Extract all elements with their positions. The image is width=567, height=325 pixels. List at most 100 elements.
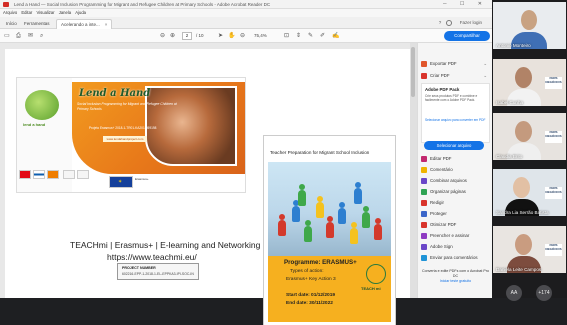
save-icon[interactable]: ▭ (4, 32, 10, 40)
tool-label: Editar PDF (430, 156, 452, 161)
tool-combine-files[interactable]: Combinar arquivos (421, 176, 491, 186)
tab-inicio[interactable]: Início (2, 19, 21, 29)
flag-icon (19, 170, 31, 179)
tool-comment[interactable]: Comentário (421, 165, 491, 175)
close-tab-icon[interactable]: × (105, 22, 108, 27)
acrobat-window: Lend a Hand — Social Inclusion Programmi… (0, 0, 492, 325)
menu-editar[interactable]: Editar (21, 10, 32, 15)
scroll-mode-icon[interactable]: ⇕ (296, 32, 301, 40)
tool-label: Enviar para comentários (430, 255, 478, 260)
avatar (515, 234, 532, 255)
tab-ferramentas[interactable]: Ferramentas (20, 19, 54, 29)
tab-inicio-label: Início (6, 21, 17, 26)
print-icon[interactable]: ⎙ (16, 32, 21, 40)
tools-panel: Exportar PDF ⌄ Criar PDF ⌄ Adobe PDF Pack … (417, 43, 492, 298)
next-page-icon[interactable]: ⊕ (170, 32, 175, 40)
select-tool-icon[interactable]: ➤ (218, 32, 223, 40)
tabbar-right: ? Fazer login (439, 18, 482, 28)
lend-a-hand-leaflet: lend a hand Lend a Hand Social Inclusion… (17, 78, 245, 192)
highlight-icon[interactable]: ✐ (320, 32, 325, 40)
optimize-pdf-icon (421, 221, 427, 228)
partner-logo-icon (77, 170, 89, 179)
menu-arquivo[interactable]: Arquivo (3, 10, 17, 15)
menu-ajuda[interactable]: Ajuda (75, 10, 86, 15)
free-trial-link[interactable]: Iniciar teste gratuito (421, 279, 490, 284)
tool-label: Combinar arquivos (430, 178, 467, 183)
tool-protect[interactable]: Proteger (421, 209, 491, 219)
more-participants-count[interactable]: +174 (536, 285, 552, 301)
participant-tile[interactable]: Antonio Monteiro (493, 2, 566, 49)
combine-files-icon (421, 177, 427, 184)
teachmi-title: TEACHmi | Erasmus+ | E-learning and Netw… (70, 240, 294, 250)
sign-icon[interactable]: ✍ (332, 32, 339, 40)
zoom-out-icon[interactable]: ⊖ (240, 32, 245, 40)
brochure-programme: Programme: ERASMUS+ (284, 259, 357, 266)
avatar (515, 67, 532, 88)
participant-tile[interactable]: FERS NEGÓCIOS Claudia Brito (493, 113, 566, 160)
pawn-shape (374, 218, 382, 240)
redact-icon (421, 199, 427, 206)
zoom-level[interactable]: 75,4% (254, 32, 267, 40)
brochure-end-date: End date: 30/11/2022 (286, 301, 333, 306)
hand-tool-icon[interactable]: ✋ (228, 32, 235, 40)
document-area: lend a hand Lend a Hand Social Inclusion… (0, 43, 417, 325)
tool-organize-pages[interactable]: Organizar páginas (421, 187, 491, 197)
search-icon[interactable]: ⌕ (40, 32, 43, 40)
select-file-button[interactable]: Selecionar arquivo (424, 141, 484, 150)
tool-optimize-pdf[interactable]: Otimizar PDF (421, 220, 491, 230)
promo-link[interactable]: Selecionar arquivo para converter em PDF (425, 118, 488, 122)
comment-icon[interactable]: ✎ (308, 32, 313, 40)
tool-send-for-comments[interactable]: Enviar para comentários (421, 253, 491, 263)
participant-tile[interactable]: FERS NEGÓCIOS Sandra Lia Serrão Batista (493, 169, 566, 216)
tool-fill-sign[interactable]: Preencher e assinar (421, 231, 491, 241)
page-total: / 10 (196, 33, 204, 38)
share-button[interactable]: Compartilhar (444, 31, 490, 41)
brochure-action: Erasmus+ Key Action 3 (286, 277, 336, 282)
window-controls[interactable]: ─ ☐ ✕ (443, 0, 488, 8)
pro-trial-text: Converta e edite PDFs com o Acrobat Pro … (422, 269, 489, 278)
teachmi-url: https://www.teachmi.eu/ (107, 252, 197, 262)
window-title: Lend a Hand — Social Inclusion Programmi… (14, 2, 271, 7)
tool-label: Adobe Sign (430, 244, 453, 249)
leaflet-url: www.lendahandproject.com (103, 136, 147, 142)
menu-janela[interactable]: Janela (59, 10, 71, 15)
page-fit-icon[interactable]: ⊡ (284, 32, 289, 40)
lend-a-hand-logo (25, 90, 59, 120)
tool-adobe-sign[interactable]: Adobe Sign (421, 242, 491, 252)
leaflet-subtitle: Social Inclusion Programming for Migrant… (77, 102, 177, 111)
send-comments-icon (421, 254, 427, 261)
leaflet-title: Lend a Hand (79, 88, 151, 99)
comment-icon (421, 166, 427, 173)
scrollbar-thumb[interactable] (411, 47, 415, 97)
participant-tile[interactable]: FERS NEGÓCIOS Daniela Leite Campos (493, 226, 566, 273)
participant-tile[interactable]: FERS NEGÓCIOS Isabel Cunha (493, 59, 566, 106)
participant-name: Sandra Lia Serrão Batista (496, 210, 549, 215)
email-icon[interactable]: ✉ (28, 32, 33, 40)
brochure-pawns-photo (268, 162, 391, 256)
pawn-shape (304, 220, 312, 242)
avatar[interactable]: AA (506, 285, 522, 301)
brochure-types: Types of action: (290, 269, 324, 274)
tool-export-pdf[interactable]: Exportar PDF ⌄ (421, 59, 491, 69)
previous-page-icon[interactable]: ⊖ (160, 32, 165, 40)
tool-label: Proteger (430, 211, 447, 216)
menu-visualizar[interactable]: Visualizar (37, 10, 55, 15)
tool-redact[interactable]: Redigir (421, 198, 491, 208)
avatar (515, 121, 532, 142)
page-number-input[interactable]: 2 (182, 32, 192, 40)
tool-create-pdf[interactable]: Criar PDF ⌄ (421, 71, 491, 81)
pro-trial-footer: Converta e edite PDFs com o Acrobat Pro … (421, 269, 490, 283)
tool-edit-pdf[interactable]: Editar PDF (421, 154, 491, 164)
notifications-icon[interactable] (446, 19, 453, 26)
chevron-down-icon: ⌄ (483, 73, 487, 78)
login-link[interactable]: Fazer login (460, 20, 482, 25)
chevron-down-icon: ⌄ (483, 61, 487, 66)
title-bar: Lend a Hand — Social Inclusion Programmi… (0, 0, 492, 9)
help-icon[interactable]: ? (439, 20, 442, 25)
vertical-scrollbar[interactable] (410, 43, 417, 298)
tab-document[interactable]: Acelerando a inte... × (56, 19, 113, 29)
tool-label: Redigir (430, 200, 444, 205)
menu-bar: Arquivo Editar Visualizar Janela Ajuda (0, 9, 492, 17)
participant-name: Antonio Monteiro (496, 43, 531, 48)
avatar (521, 10, 537, 30)
